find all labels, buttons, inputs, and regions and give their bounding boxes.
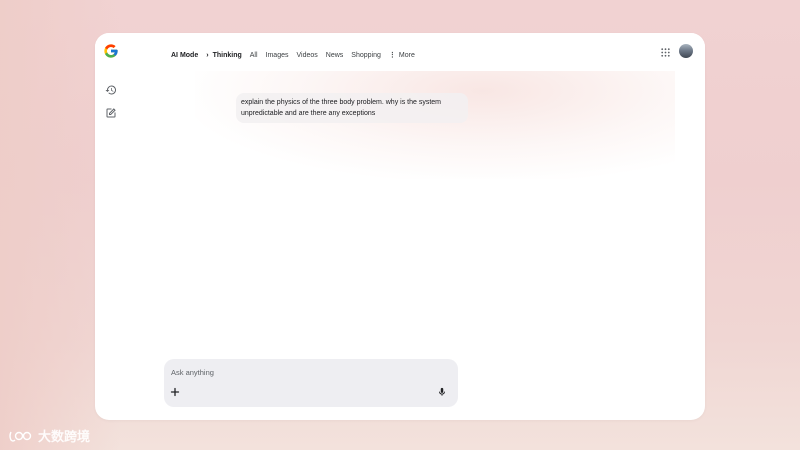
microphone-icon[interactable] [437,387,447,397]
response-loading-glow [195,69,675,179]
tab-videos[interactable]: Videos [297,52,318,59]
watermark-text: 大数跨境 [38,429,91,444]
grid-apps-icon[interactable] [661,48,670,57]
watermark-logo-icon [9,431,32,442]
tab-images[interactable]: Images [266,52,289,59]
tab-more[interactable]: More [399,52,415,59]
user-message-bubble: explain the physics of the three body pr… [236,93,468,123]
avatar[interactable] [679,44,693,58]
breadcrumb-ai-mode[interactable]: AI Mode [171,52,198,59]
browser-window: AI Mode › Thinking All Images Videos New… [95,33,705,420]
plus-icon[interactable] [170,387,180,397]
tab-all[interactable]: All [250,52,258,59]
google-g-icon[interactable] [103,43,119,59]
vertical-dots-icon: ⋮ [388,52,396,59]
tab-shopping[interactable]: Shopping [351,52,381,59]
watermark: 大数跨境 [8,426,90,445]
header-nav: AI Mode › Thinking All Images Videos New… [171,51,423,60]
tab-news[interactable]: News [326,52,344,59]
ask-input-placeholder[interactable]: Ask anything [171,368,214,377]
breadcrumb-thinking-status: Thinking [212,51,242,59]
breadcrumb-separator: › [206,51,209,59]
history-icon[interactable] [105,84,117,96]
new-chat-edit-icon[interactable] [105,107,117,119]
ask-input-box[interactable]: Ask anything [164,359,458,407]
